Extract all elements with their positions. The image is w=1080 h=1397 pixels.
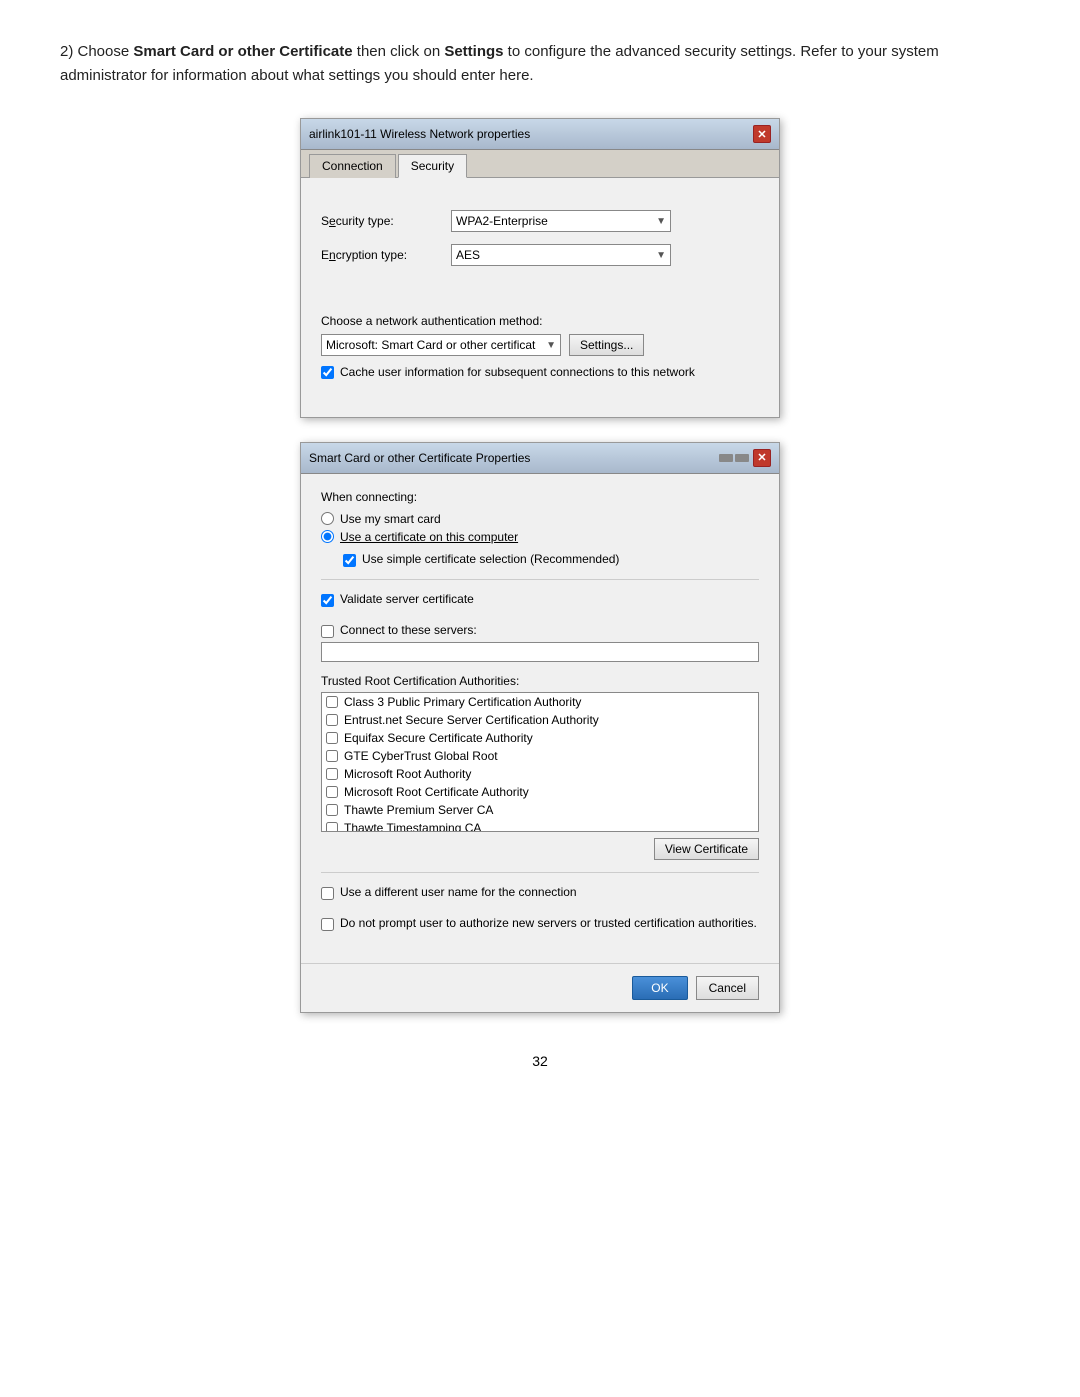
connect-servers-label: Connect to these servers: [340, 623, 477, 637]
trusted-root-label: Trusted Root Certification Authorities: [321, 674, 759, 688]
encryption-type-arrow-icon: ▼ [656, 250, 666, 261]
radio-certificate[interactable] [321, 530, 334, 543]
simple-cert-label: Use simple certificate selection (Recomm… [362, 552, 619, 566]
radio-smart-card-label: Use my smart card [340, 512, 441, 526]
list-item: GTE CyberTrust Global Root [322, 747, 744, 765]
auth-method-row: Microsoft: Smart Card or other certifica… [321, 334, 759, 356]
view-certificate-button[interactable]: View Certificate [654, 838, 759, 860]
settings-button[interactable]: Settings... [569, 334, 644, 356]
validate-server-checkbox[interactable] [321, 594, 334, 607]
cache-checkbox-row: Cache user information for subsequent co… [321, 364, 759, 381]
auth-method-value: Microsoft: Smart Card or other certifica… [326, 338, 535, 352]
security-type-select[interactable]: WPA2-Enterprise ▼ [451, 210, 671, 232]
page-number: 32 [60, 1053, 1020, 1069]
cert-list[interactable]: Class 3 Public Primary Certification Aut… [321, 692, 759, 832]
list-item: Thawte Timestamping CA [322, 819, 744, 832]
dialog2-footer: OK Cancel [301, 963, 779, 1012]
simple-cert-checkbox[interactable] [343, 554, 356, 567]
encryption-type-label: Encryption type: [321, 248, 451, 262]
intro-text-middle: then click on [353, 43, 445, 60]
connect-servers-row: Connect to these servers: [321, 623, 759, 638]
intro-bold2: Settings [444, 43, 503, 60]
dialogs-container: airlink101-11 Wireless Network propertie… [60, 118, 1020, 1013]
no-prompt-label: Do not prompt user to authorize new serv… [340, 916, 757, 930]
separator2 [321, 872, 759, 873]
servers-input-wrapper [321, 642, 759, 662]
cert-checkbox-6[interactable] [326, 804, 338, 816]
list-item: Microsoft Root Authority [322, 765, 744, 783]
tab-connection[interactable]: Connection [309, 154, 396, 178]
cancel-button[interactable]: Cancel [696, 976, 759, 1000]
dialog2-close-button[interactable]: ✕ [753, 449, 771, 467]
security-type-value: WPA2-Enterprise [456, 214, 548, 228]
cert-list-wrapper: Class 3 Public Primary Certification Aut… [321, 692, 759, 832]
radio-smart-card[interactable] [321, 512, 334, 525]
dialog2-content: When connecting: Use my smart card Use a… [301, 474, 779, 963]
intro-text-start: 2) Choose [60, 43, 133, 60]
dialog1-titlebar: airlink101-11 Wireless Network propertie… [301, 119, 779, 150]
cert-checkbox-5[interactable] [326, 786, 338, 798]
list-item: Thawte Premium Server CA [322, 801, 744, 819]
intro-paragraph: 2) Choose Smart Card or other Certificat… [60, 40, 1020, 88]
diff-user-label: Use a different user name for the connec… [340, 885, 577, 899]
cert-checkbox-1[interactable] [326, 714, 338, 726]
tab-security[interactable]: Security [398, 154, 467, 178]
dialog1-title: airlink101-11 Wireless Network propertie… [309, 127, 530, 141]
dialog1-content: Security type: WPA2-Enterprise ▼ Encrypt… [301, 178, 779, 417]
simple-cert-row: Use simple certificate selection (Recomm… [343, 552, 759, 567]
diff-user-row: Use a different user name for the connec… [321, 885, 759, 900]
validate-server-label: Validate server certificate [340, 592, 474, 606]
dialog1-close-button[interactable]: ✕ [753, 125, 771, 143]
cache-label: Cache user information for subsequent co… [340, 364, 695, 381]
list-item: Class 3 Public Primary Certification Aut… [322, 693, 744, 711]
auth-method-label: Choose a network authentication method: [321, 314, 759, 328]
encryption-type-value: AES [456, 248, 480, 262]
ok-button[interactable]: OK [632, 976, 687, 1000]
dialog1-tabs: Connection Security [301, 150, 779, 178]
intro-bold1: Smart Card or other Certificate [133, 43, 352, 60]
encryption-type-row: Encryption type: AES ▼ [321, 244, 759, 266]
dialog2-resize-icon [719, 454, 749, 462]
dialog2-title: Smart Card or other Certificate Properti… [309, 451, 530, 465]
security-type-arrow-icon: ▼ [656, 216, 666, 227]
no-prompt-row: Do not prompt user to authorize new serv… [321, 916, 759, 931]
cert-checkbox-3[interactable] [326, 750, 338, 762]
cert-checkbox-2[interactable] [326, 732, 338, 744]
wireless-network-properties-dialog: airlink101-11 Wireless Network propertie… [300, 118, 780, 418]
auth-method-arrow-icon: ▼ [546, 340, 556, 351]
cert-list-content: Class 3 Public Primary Certification Aut… [322, 693, 744, 832]
radio-certificate-row: Use a certificate on this computer [321, 530, 759, 544]
list-item: Entrust.net Secure Server Certification … [322, 711, 744, 729]
radio-certificate-label: Use a certificate on this computer [340, 530, 518, 544]
view-cert-wrapper: View Certificate [321, 838, 759, 860]
cert-checkbox-4[interactable] [326, 768, 338, 780]
separator1 [321, 579, 759, 580]
security-type-label: Security type: [321, 214, 451, 228]
security-type-row: Security type: WPA2-Enterprise ▼ [321, 210, 759, 232]
diff-user-checkbox[interactable] [321, 887, 334, 900]
radio-smart-card-row: Use my smart card [321, 512, 759, 526]
validate-server-row: Validate server certificate [321, 592, 759, 607]
auth-method-select[interactable]: Microsoft: Smart Card or other certifica… [321, 334, 561, 356]
dialog2-titlebar: Smart Card or other Certificate Properti… [301, 443, 779, 474]
no-prompt-checkbox[interactable] [321, 918, 334, 931]
smart-card-properties-dialog: Smart Card or other Certificate Properti… [300, 442, 780, 1013]
when-connecting-label: When connecting: [321, 490, 759, 504]
list-item: Equifax Secure Certificate Authority [322, 729, 744, 747]
cert-checkbox-7[interactable] [326, 822, 338, 832]
list-item: Microsoft Root Certificate Authority [322, 783, 744, 801]
servers-text-input[interactable] [321, 642, 759, 662]
cache-checkbox[interactable] [321, 366, 334, 379]
cert-checkbox-0[interactable] [326, 696, 338, 708]
encryption-type-select[interactable]: AES ▼ [451, 244, 671, 266]
connect-servers-checkbox[interactable] [321, 625, 334, 638]
